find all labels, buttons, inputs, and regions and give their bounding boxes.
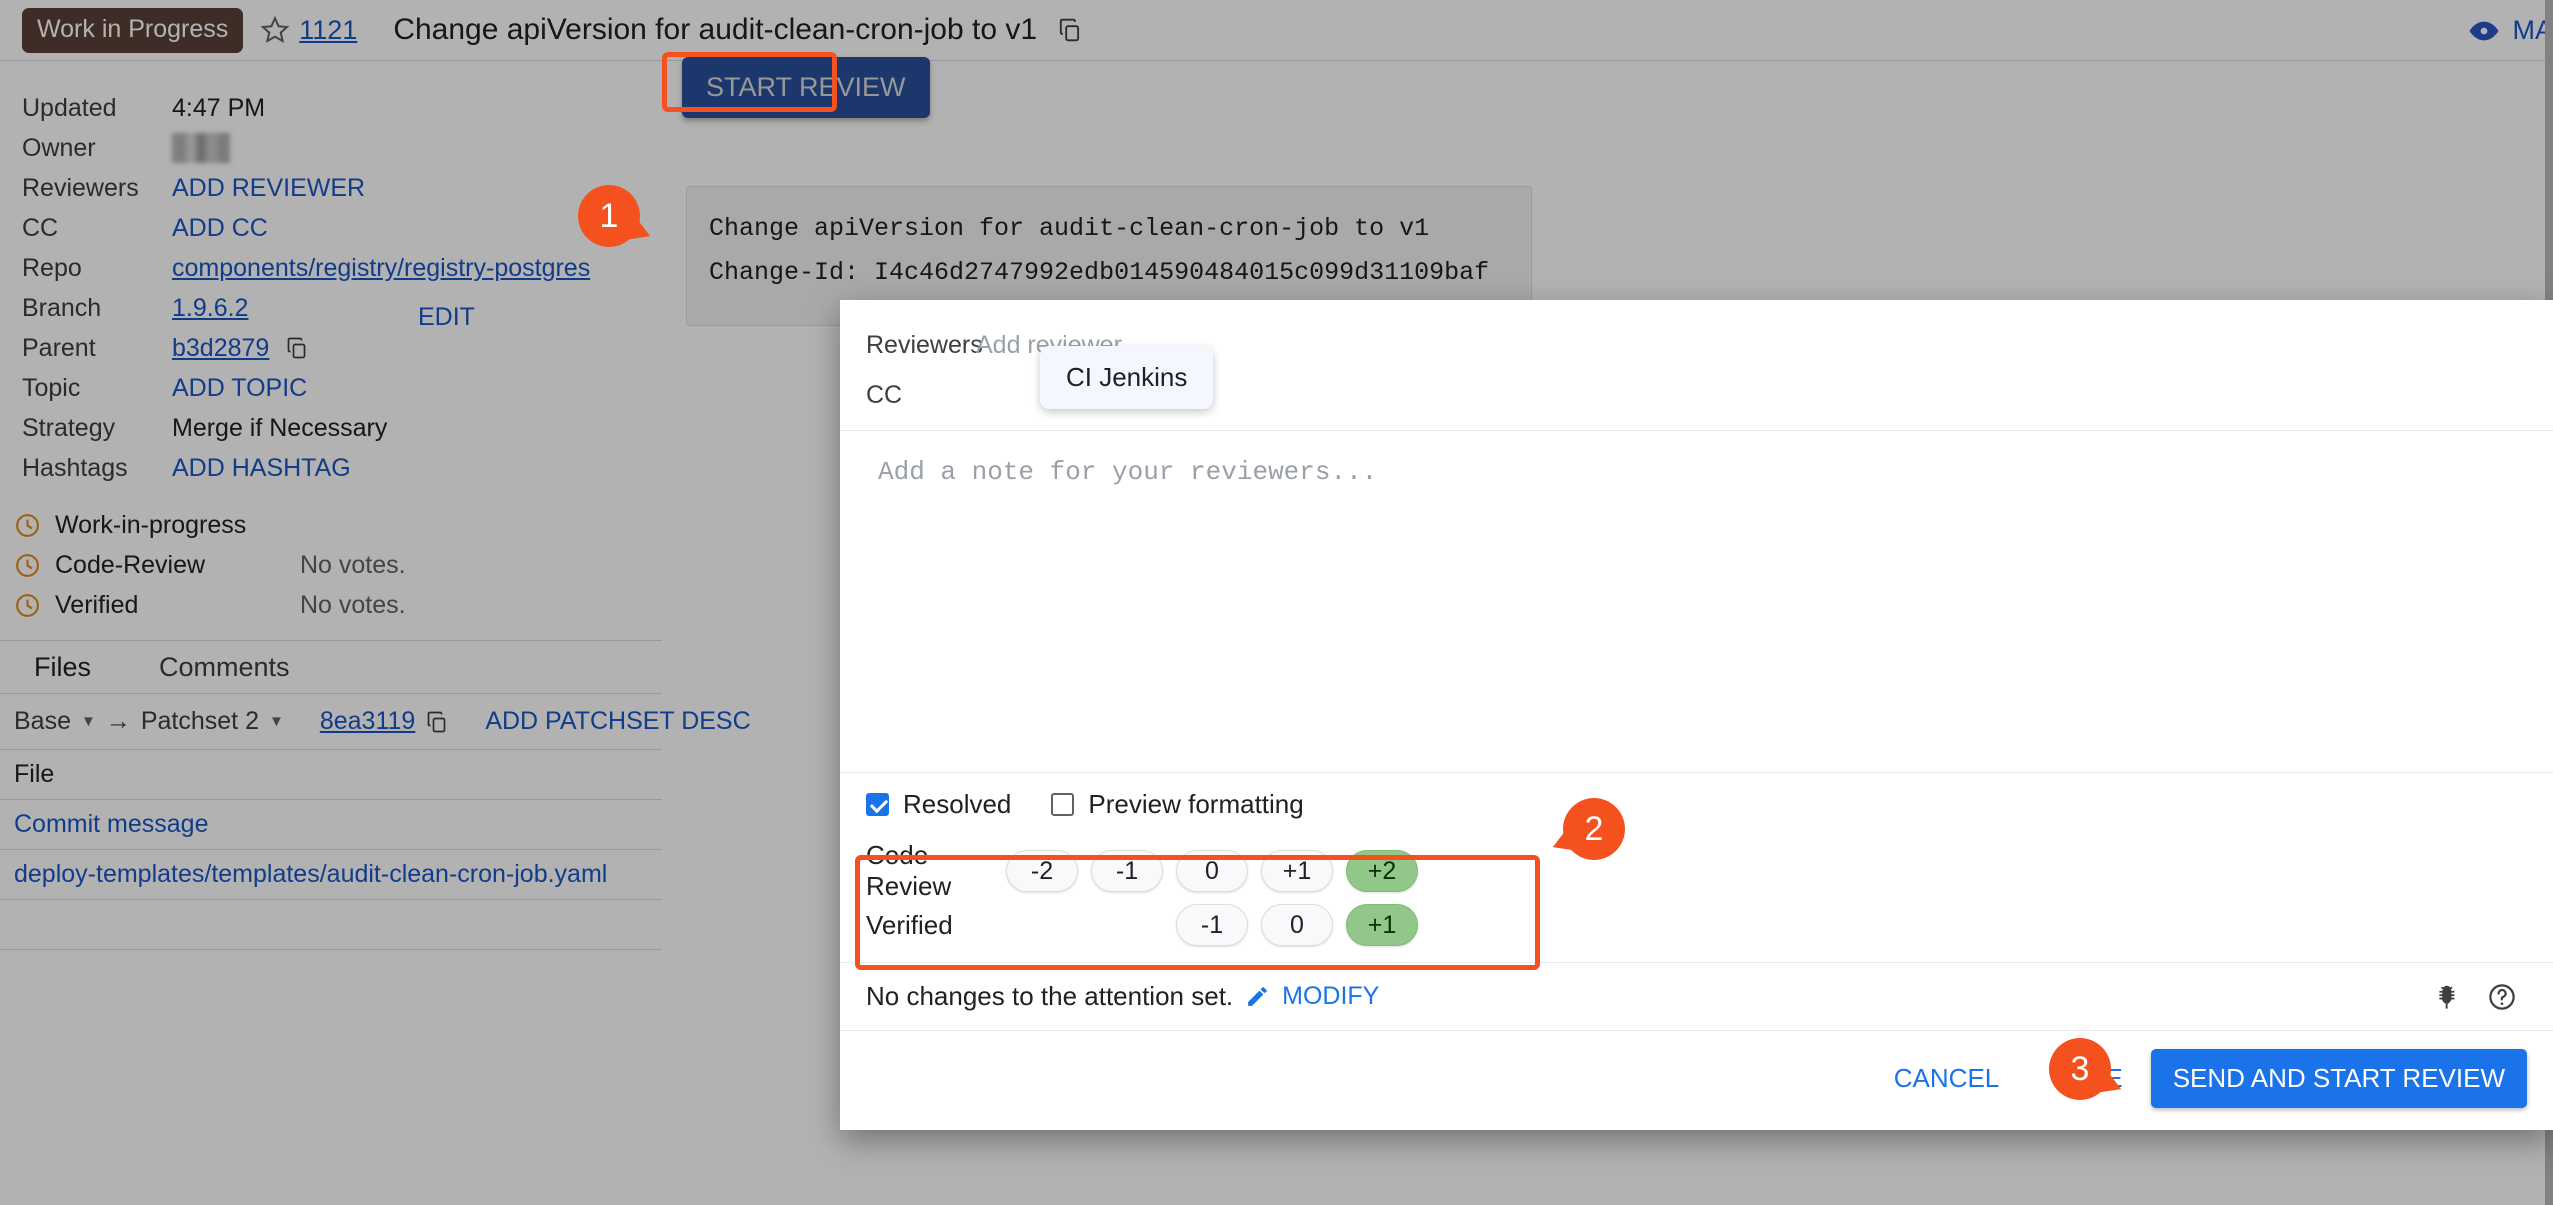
vote-chip-minus1[interactable]: -1	[1091, 850, 1163, 892]
bug-icon[interactable]	[2433, 983, 2461, 1011]
vote-chip-plus2[interactable]: +2	[1346, 850, 1418, 892]
attention-set-text: No changes to the attention set.	[866, 981, 1234, 1011]
reply-dialog-footer: CANCEL SAVE SEND AND START REVIEW	[840, 1030, 2553, 1130]
preview-formatting-label: Preview formatting	[1088, 789, 1304, 819]
review-note-textarea[interactable]: Add a note for your reviewers...	[840, 431, 2553, 772]
vote-label-name: Code-Review	[866, 840, 952, 901]
annotation-badge-1: 1	[578, 185, 640, 247]
vote-chip-plus1[interactable]: +1	[1261, 850, 1333, 892]
reply-options-row: Resolved Preview formatting	[840, 772, 2553, 836]
vote-row-verified: Verified -1 0 +1	[866, 898, 2527, 952]
pencil-icon[interactable]	[1245, 984, 1270, 1009]
vote-chip-minus2[interactable]: -2	[1006, 850, 1078, 892]
resolved-checkbox[interactable]	[866, 793, 889, 816]
vote-row-code-review: Code-Review -2 -1 0 +1 +2	[866, 840, 2527, 901]
cc-label: CC	[866, 380, 903, 409]
vote-label-name: Verified	[866, 909, 953, 940]
annotation-badge-2: 2	[1563, 798, 1625, 860]
preview-formatting-checkbox[interactable]	[1051, 793, 1075, 816]
reviewers-label: Reviewers	[866, 330, 983, 359]
reviewer-suggestion-item[interactable]: CI Jenkins	[1040, 346, 1214, 409]
dialog-help-icons	[2433, 982, 2517, 1012]
attention-set-row: No changes to the attention set. MODIFY	[840, 962, 2553, 1030]
vote-chip-minus1[interactable]: -1	[1176, 904, 1248, 946]
help-circle-icon[interactable]	[2487, 982, 2517, 1012]
resolved-label: Resolved	[903, 789, 1012, 819]
vote-labels-section: Code-Review -2 -1 0 +1 +2 Verified -1 0 …	[840, 836, 2553, 962]
cancel-button[interactable]: CANCEL	[1866, 1063, 2027, 1094]
vote-chip-zero[interactable]: 0	[1261, 904, 1333, 946]
modify-attention-button[interactable]: MODIFY	[1282, 982, 1379, 1011]
send-and-start-review-button[interactable]: SEND AND START REVIEW	[2150, 1049, 2527, 1108]
reviewers-section: Reviewers Add reviewer... CC CI Jenkins	[840, 300, 2553, 430]
vote-chip-plus1[interactable]: +1	[1346, 904, 1418, 946]
vote-chip-zero[interactable]: 0	[1176, 850, 1248, 892]
annotation-badge-3: 3	[2049, 1038, 2111, 1100]
reply-dialog: Reviewers Add reviewer... CC CI Jenkins …	[840, 300, 2553, 1130]
